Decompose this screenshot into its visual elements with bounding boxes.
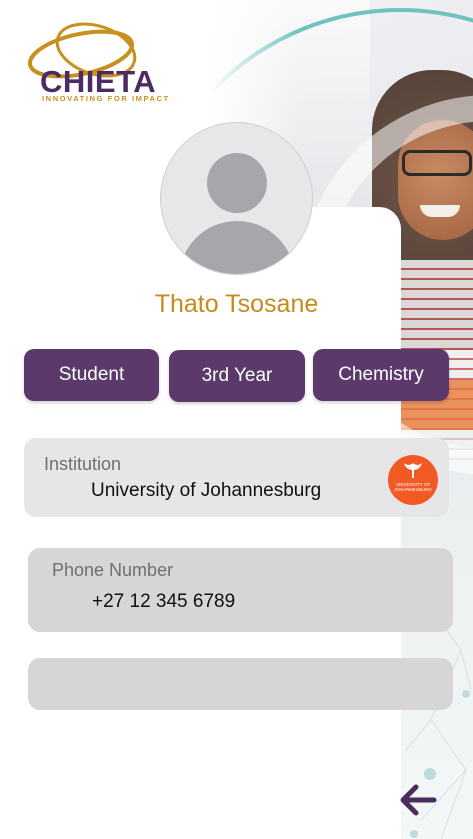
institution-label: Institution (44, 454, 122, 474)
chip-student[interactable]: Student (24, 349, 159, 401)
institution-value: University of Johannesburg (91, 480, 322, 501)
avatar-head (207, 153, 267, 213)
institution-field[interactable]: Institution University of Johannesburg (24, 438, 449, 517)
profile-name: Thato Tsosane (154, 290, 319, 318)
chieta-logo: CHIETA INNOVATING FOR IMPACT (26, 12, 196, 108)
university-of-johannesburg-logo: UNIVERSITY OF JOHANNESBURG (388, 455, 438, 505)
avatar-body (179, 221, 295, 274)
phone-label: Phone Number (52, 560, 174, 580)
empty-field[interactable] (28, 658, 453, 710)
phone-field[interactable]: Phone Number +27 12 345 6789 (28, 548, 453, 632)
arrow-left-icon (400, 784, 437, 816)
brand-tagline: INNOVATING FOR IMPACT (42, 94, 170, 103)
uj-crest-icon (404, 463, 422, 478)
uj-logo-text: UNIVERSITY OF JOHANNESBURG (394, 482, 432, 492)
chip-year[interactable]: 3rd Year (169, 350, 305, 402)
user-placeholder-icon[interactable] (160, 122, 313, 275)
chip-field-of-study[interactable]: Chemistry (313, 349, 449, 401)
back-button[interactable] (396, 778, 440, 822)
phone-value: +27 12 345 6789 (92, 591, 236, 612)
